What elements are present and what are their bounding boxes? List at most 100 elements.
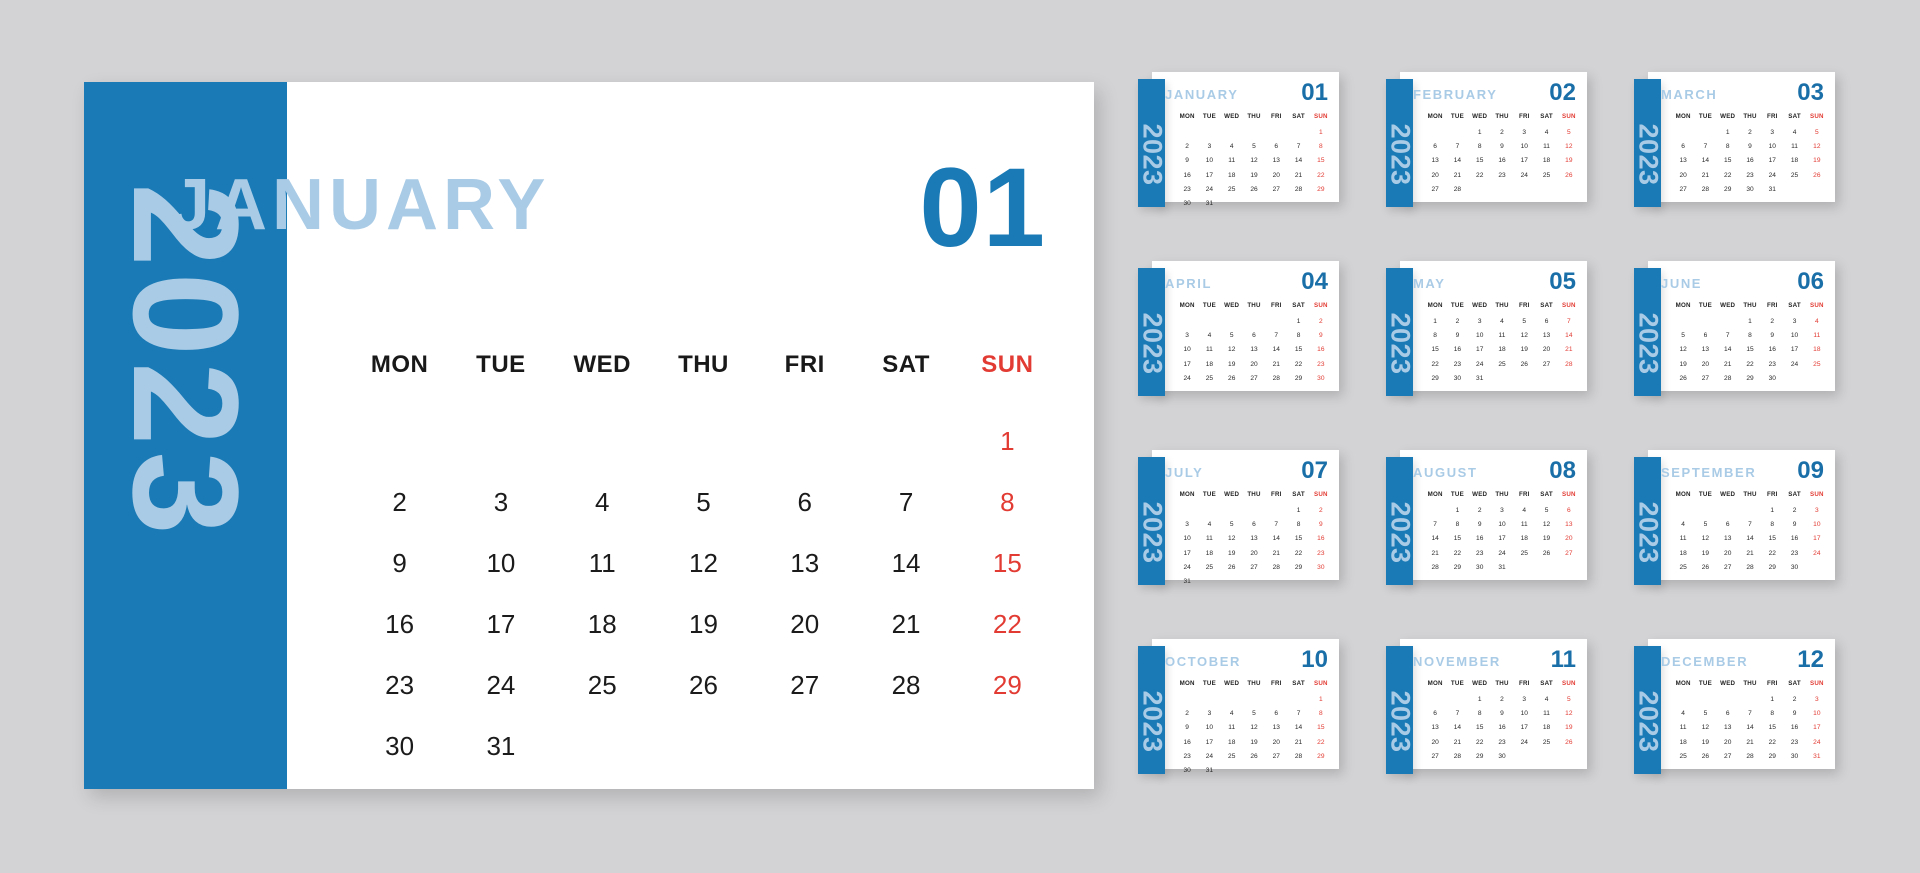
day-cell[interactable]: 16 <box>349 594 450 655</box>
day-cell[interactable]: 30 <box>1491 749 1513 763</box>
day-cell[interactable]: 24 <box>1513 168 1535 182</box>
day-cell[interactable]: 9 <box>1783 706 1805 720</box>
day-cell[interactable]: 18 <box>1513 532 1535 546</box>
day-cell[interactable]: 2 <box>1176 706 1198 720</box>
day-cell[interactable]: 24 <box>1198 749 1220 763</box>
day-cell[interactable]: 3 <box>1198 706 1220 720</box>
day-cell[interactable]: 19 <box>1535 532 1557 546</box>
day-cell[interactable]: 19 <box>1243 168 1265 182</box>
day-cell[interactable]: 8 <box>1761 517 1783 531</box>
day-cell[interactable]: 1 <box>1446 503 1468 517</box>
day-cell[interactable]: 3 <box>1176 517 1198 531</box>
day-cell[interactable]: 30 <box>1176 763 1198 777</box>
day-cell[interactable]: 12 <box>1243 721 1265 735</box>
day-cell[interactable]: 9 <box>1739 139 1761 153</box>
day-cell[interactable]: 31 <box>1469 371 1491 385</box>
day-cell[interactable]: 18 <box>1198 546 1220 560</box>
day-cell[interactable]: 9 <box>1310 328 1332 342</box>
day-cell[interactable]: 1 <box>1761 503 1783 517</box>
day-cell[interactable]: 29 <box>957 655 1058 716</box>
day-cell[interactable]: 30 <box>1446 371 1468 385</box>
day-cell[interactable]: 29 <box>1287 560 1309 574</box>
day-cell[interactable]: 6 <box>1424 139 1446 153</box>
day-cell[interactable]: 21 <box>1265 357 1287 371</box>
day-cell[interactable]: 6 <box>1717 517 1739 531</box>
day-cell[interactable]: 6 <box>1265 139 1287 153</box>
day-cell[interactable]: 1 <box>1469 692 1491 706</box>
day-cell[interactable]: 1 <box>1310 692 1332 706</box>
day-cell[interactable]: 17 <box>1198 735 1220 749</box>
day-cell[interactable]: 15 <box>1761 532 1783 546</box>
day-cell[interactable]: 23 <box>1783 735 1805 749</box>
day-cell[interactable]: 24 <box>1806 546 1828 560</box>
day-cell[interactable]: 8 <box>1469 706 1491 720</box>
day-cell[interactable]: 3 <box>1513 692 1535 706</box>
day-cell[interactable]: 28 <box>1287 182 1309 196</box>
day-cell[interactable]: 30 <box>1783 749 1805 763</box>
day-cell[interactable]: 19 <box>1672 357 1694 371</box>
day-cell[interactable]: 8 <box>1287 517 1309 531</box>
day-cell[interactable]: 22 <box>1761 546 1783 560</box>
day-cell[interactable]: 27 <box>1558 546 1580 560</box>
day-cell[interactable]: 17 <box>1491 532 1513 546</box>
day-cell[interactable]: 7 <box>1446 139 1468 153</box>
day-cell[interactable]: 21 <box>1446 735 1468 749</box>
day-cell[interactable]: 1 <box>957 411 1058 472</box>
day-cell[interactable]: 29 <box>1469 749 1491 763</box>
day-cell[interactable]: 4 <box>1491 314 1513 328</box>
day-cell[interactable]: 18 <box>1535 721 1557 735</box>
day-cell[interactable]: 30 <box>1176 196 1198 210</box>
day-cell[interactable]: 25 <box>1221 749 1243 763</box>
day-cell[interactable]: 31 <box>1198 763 1220 777</box>
day-cell[interactable]: 31 <box>1761 182 1783 196</box>
day-cell[interactable]: 13 <box>1717 532 1739 546</box>
day-cell[interactable]: 21 <box>1265 546 1287 560</box>
day-cell[interactable]: 25 <box>1198 560 1220 574</box>
day-cell[interactable]: 17 <box>1198 168 1220 182</box>
day-cell[interactable]: 24 <box>1491 546 1513 560</box>
day-cell[interactable]: 10 <box>1198 154 1220 168</box>
day-cell[interactable]: 28 <box>1446 182 1468 196</box>
day-cell[interactable]: 18 <box>1535 154 1557 168</box>
day-cell[interactable]: 12 <box>653 533 754 594</box>
day-cell[interactable]: 21 <box>1717 357 1739 371</box>
day-cell[interactable]: 8 <box>1424 328 1446 342</box>
day-cell[interactable]: 8 <box>1310 139 1332 153</box>
day-cell[interactable]: 19 <box>1806 154 1828 168</box>
day-cell[interactable]: 26 <box>1513 357 1535 371</box>
day-cell[interactable]: 12 <box>1672 343 1694 357</box>
day-cell[interactable]: 20 <box>1717 735 1739 749</box>
day-cell[interactable]: 5 <box>1558 692 1580 706</box>
month-card-november[interactable]: 2023 NOVEMBER 11 MON TUE WED THU FRI SAT SUN 1 2 3 4 5… <box>1385 639 1587 774</box>
day-cell[interactable]: 21 <box>1287 168 1309 182</box>
day-cell[interactable]: 21 <box>1739 546 1761 560</box>
day-cell[interactable]: 7 <box>1739 517 1761 531</box>
day-cell[interactable]: 5 <box>1806 125 1828 139</box>
day-cell[interactable]: 25 <box>552 655 653 716</box>
day-cell[interactable]: 15 <box>1424 343 1446 357</box>
day-cell[interactable]: 13 <box>1243 343 1265 357</box>
day-cell[interactable]: 30 <box>349 716 450 777</box>
day-cell[interactable]: 7 <box>1446 706 1468 720</box>
day-cell[interactable]: 6 <box>1265 706 1287 720</box>
day-cell[interactable]: 12 <box>1243 154 1265 168</box>
day-cell[interactable]: 5 <box>1558 125 1580 139</box>
day-cell[interactable]: 2 <box>1310 503 1332 517</box>
day-cell[interactable]: 18 <box>1806 343 1828 357</box>
day-cell[interactable]: 28 <box>1739 560 1761 574</box>
day-cell[interactable]: 6 <box>1694 328 1716 342</box>
day-cell[interactable]: 2 <box>1761 314 1783 328</box>
day-cell[interactable]: 9 <box>1176 154 1198 168</box>
day-cell[interactable]: 9 <box>1446 328 1468 342</box>
day-cell[interactable]: 13 <box>1694 343 1716 357</box>
day-cell[interactable]: 10 <box>1513 706 1535 720</box>
day-cell[interactable]: 3 <box>1176 328 1198 342</box>
day-cell[interactable]: 10 <box>1198 721 1220 735</box>
day-cell[interactable]: 28 <box>1265 560 1287 574</box>
day-cell[interactable]: 3 <box>1469 314 1491 328</box>
day-cell[interactable]: 11 <box>1198 343 1220 357</box>
day-cell[interactable]: 19 <box>1558 721 1580 735</box>
day-cell[interactable]: 26 <box>1672 371 1694 385</box>
day-cell[interactable]: 28 <box>855 655 956 716</box>
day-cell[interactable]: 6 <box>1672 139 1694 153</box>
